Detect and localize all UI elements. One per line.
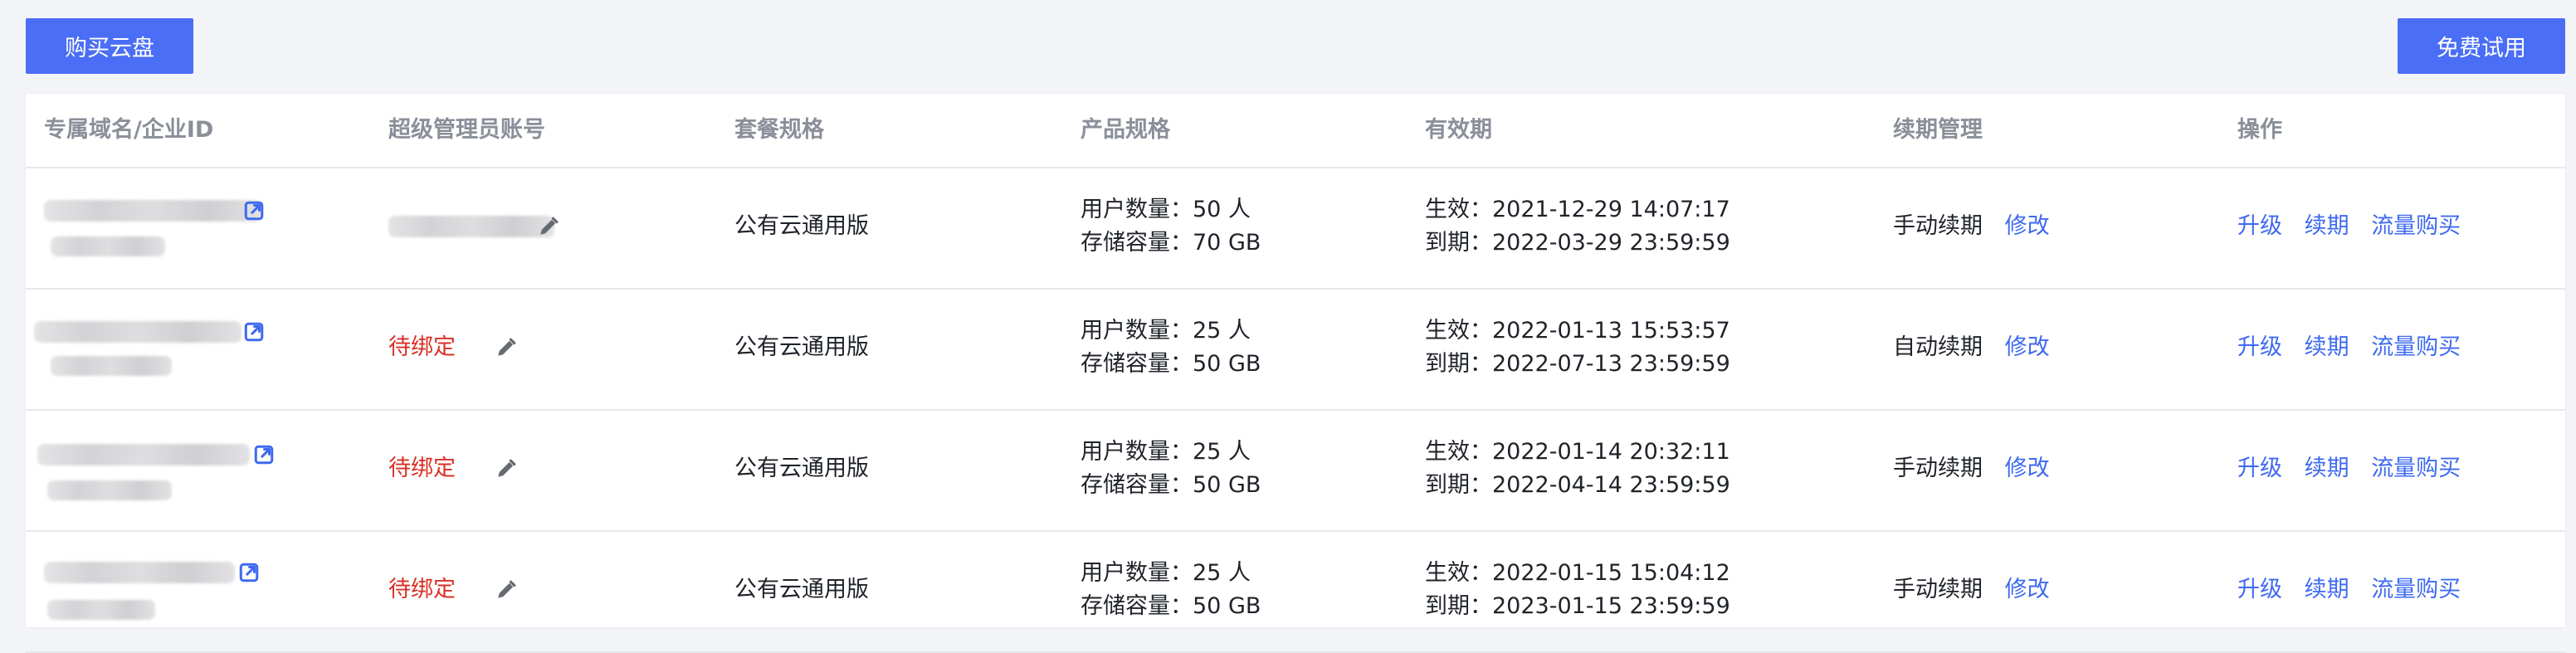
start-date: 生效：2022-01-13 15:53:57 bbox=[1425, 318, 1730, 344]
external-link-icon[interactable] bbox=[243, 321, 265, 343]
user-count: 用户数量：25 人 bbox=[1081, 439, 1251, 465]
end-date: 到期：2022-04-14 23:59:59 bbox=[1425, 472, 1730, 498]
header-product: 产品规格 bbox=[1081, 117, 1170, 143]
start-date: 生效：2022-01-14 20:32:11 bbox=[1425, 439, 1730, 465]
row-actions: 升级 续期 流量购买 bbox=[2237, 331, 2461, 364]
row-actions: 升级 续期 流量购买 bbox=[2237, 210, 2461, 243]
domain-redacted bbox=[34, 321, 242, 343]
header-actions: 操作 bbox=[2237, 117, 2282, 143]
admin-status-unbound: 待绑定 bbox=[388, 334, 456, 360]
pencil-icon[interactable] bbox=[495, 579, 517, 601]
external-link-icon[interactable] bbox=[243, 200, 265, 222]
upgrade-link[interactable]: 升级 bbox=[2237, 456, 2282, 481]
external-link-icon[interactable] bbox=[253, 444, 275, 465]
buy-cloud-disk-button[interactable]: 购买云盘 bbox=[26, 18, 193, 74]
renew-link[interactable]: 续期 bbox=[2305, 213, 2349, 239]
validity-period: 生效：2022-01-13 15:53:57 到期：2022-07-13 23:… bbox=[1425, 314, 1730, 381]
user-count: 用户数量：25 人 bbox=[1081, 560, 1251, 586]
pencil-icon[interactable] bbox=[495, 337, 517, 358]
modify-link[interactable]: 修改 bbox=[2005, 213, 2050, 239]
table-row: 待绑定 公有云通用版 用户数量：25 人 存储容量：50 GB 生效：2022-… bbox=[26, 411, 2565, 532]
start-date: 生效：2022-01-15 15:04:12 bbox=[1425, 560, 1730, 586]
header-package: 套餐规格 bbox=[734, 117, 824, 143]
pencil-icon[interactable] bbox=[495, 458, 517, 480]
subscription-table: 专属域名/企业ID 超级管理员账号 套餐规格 产品规格 有效期 续期管理 操作 … bbox=[26, 94, 2565, 653]
table-row: 公有云通用版 用户数量：50 人 存储容量：70 GB 生效：2021-12-2… bbox=[26, 168, 2565, 290]
package-spec: 公有云通用版 bbox=[734, 213, 869, 239]
end-date: 到期：2022-03-29 23:59:59 bbox=[1425, 230, 1730, 256]
storage-capacity: 存储容量：70 GB bbox=[1081, 230, 1261, 256]
row-actions: 升级 续期 流量购买 bbox=[2237, 573, 2461, 607]
domain-redacted bbox=[44, 200, 261, 222]
renew-link[interactable]: 续期 bbox=[2305, 334, 2349, 360]
pencil-icon[interactable] bbox=[538, 216, 559, 237]
upgrade-link[interactable]: 升级 bbox=[2237, 334, 2282, 360]
external-link-icon[interactable] bbox=[238, 562, 260, 583]
renewal-management: 手动续期 修改 bbox=[1893, 573, 2050, 607]
admin-account-redacted bbox=[388, 216, 554, 237]
end-date: 到期：2023-01-15 23:59:59 bbox=[1425, 593, 1730, 619]
header-renewal: 续期管理 bbox=[1893, 117, 1983, 143]
renewal-mode: 手动续期 bbox=[1893, 213, 1983, 239]
renewal-management: 自动续期 修改 bbox=[1893, 331, 2050, 364]
domain-redacted bbox=[37, 444, 250, 465]
traffic-purchase-link[interactable]: 流量购买 bbox=[2371, 456, 2461, 481]
user-count: 用户数量：50 人 bbox=[1081, 197, 1251, 222]
table-row: 待绑定 公有云通用版 用户数量：25 人 存储容量：50 GB 生效：2022-… bbox=[26, 532, 2565, 653]
traffic-purchase-link[interactable]: 流量购买 bbox=[2371, 213, 2461, 239]
modify-link[interactable]: 修改 bbox=[2005, 456, 2050, 481]
upgrade-link[interactable]: 升级 bbox=[2237, 577, 2282, 602]
user-count: 用户数量：25 人 bbox=[1081, 318, 1251, 344]
product-spec: 用户数量：25 人 存储容量：50 GB bbox=[1081, 557, 1261, 623]
header-domain: 专属域名/企业ID bbox=[44, 117, 214, 143]
product-spec: 用户数量：25 人 存储容量：50 GB bbox=[1081, 436, 1261, 502]
enterprise-id-redacted bbox=[51, 236, 165, 256]
header-admin: 超级管理员账号 bbox=[388, 117, 545, 143]
table-row: 待绑定 公有云通用版 用户数量：25 人 存储容量：50 GB 生效：2022-… bbox=[26, 290, 2565, 411]
renew-link[interactable]: 续期 bbox=[2305, 577, 2349, 602]
validity-period: 生效：2022-01-15 15:04:12 到期：2023-01-15 23:… bbox=[1425, 557, 1730, 623]
product-spec: 用户数量：50 人 存储容量：70 GB bbox=[1081, 193, 1261, 260]
package-spec: 公有云通用版 bbox=[734, 334, 869, 360]
enterprise-id-redacted bbox=[47, 600, 155, 620]
modify-link[interactable]: 修改 bbox=[2005, 577, 2050, 602]
storage-capacity: 存储容量：50 GB bbox=[1081, 472, 1261, 498]
renewal-management: 手动续期 修改 bbox=[1893, 452, 2050, 485]
row-actions: 升级 续期 流量购买 bbox=[2237, 452, 2461, 485]
package-spec: 公有云通用版 bbox=[734, 577, 869, 602]
renewal-mode: 手动续期 bbox=[1893, 577, 1983, 602]
renewal-mode: 自动续期 bbox=[1893, 334, 1983, 360]
validity-period: 生效：2021-12-29 14:07:17 到期：2022-03-29 23:… bbox=[1425, 193, 1730, 260]
traffic-purchase-link[interactable]: 流量购买 bbox=[2371, 334, 2461, 360]
renewal-mode: 手动续期 bbox=[1893, 456, 1983, 481]
header-validity: 有效期 bbox=[1425, 117, 1492, 143]
renew-link[interactable]: 续期 bbox=[2305, 456, 2349, 481]
validity-period: 生效：2022-01-14 20:32:11 到期：2022-04-14 23:… bbox=[1425, 436, 1730, 502]
admin-status-unbound: 待绑定 bbox=[388, 456, 456, 481]
modify-link[interactable]: 修改 bbox=[2005, 334, 2050, 360]
free-trial-button[interactable]: 免费试用 bbox=[2398, 18, 2565, 74]
admin-status-unbound: 待绑定 bbox=[388, 577, 456, 602]
enterprise-id-redacted bbox=[47, 480, 172, 500]
package-spec: 公有云通用版 bbox=[734, 456, 869, 481]
enterprise-id-redacted bbox=[51, 356, 172, 376]
renewal-management: 手动续期 修改 bbox=[1893, 210, 2050, 243]
start-date: 生效：2021-12-29 14:07:17 bbox=[1425, 197, 1730, 222]
domain-redacted bbox=[44, 562, 235, 583]
table-header: 专属域名/企业ID 超级管理员账号 套餐规格 产品规格 有效期 续期管理 操作 bbox=[26, 94, 2565, 168]
product-spec: 用户数量：25 人 存储容量：50 GB bbox=[1081, 314, 1261, 381]
traffic-purchase-link[interactable]: 流量购买 bbox=[2371, 577, 2461, 602]
storage-capacity: 存储容量：50 GB bbox=[1081, 351, 1261, 377]
storage-capacity: 存储容量：50 GB bbox=[1081, 593, 1261, 619]
upgrade-link[interactable]: 升级 bbox=[2237, 213, 2282, 239]
end-date: 到期：2022-07-13 23:59:59 bbox=[1425, 351, 1730, 377]
